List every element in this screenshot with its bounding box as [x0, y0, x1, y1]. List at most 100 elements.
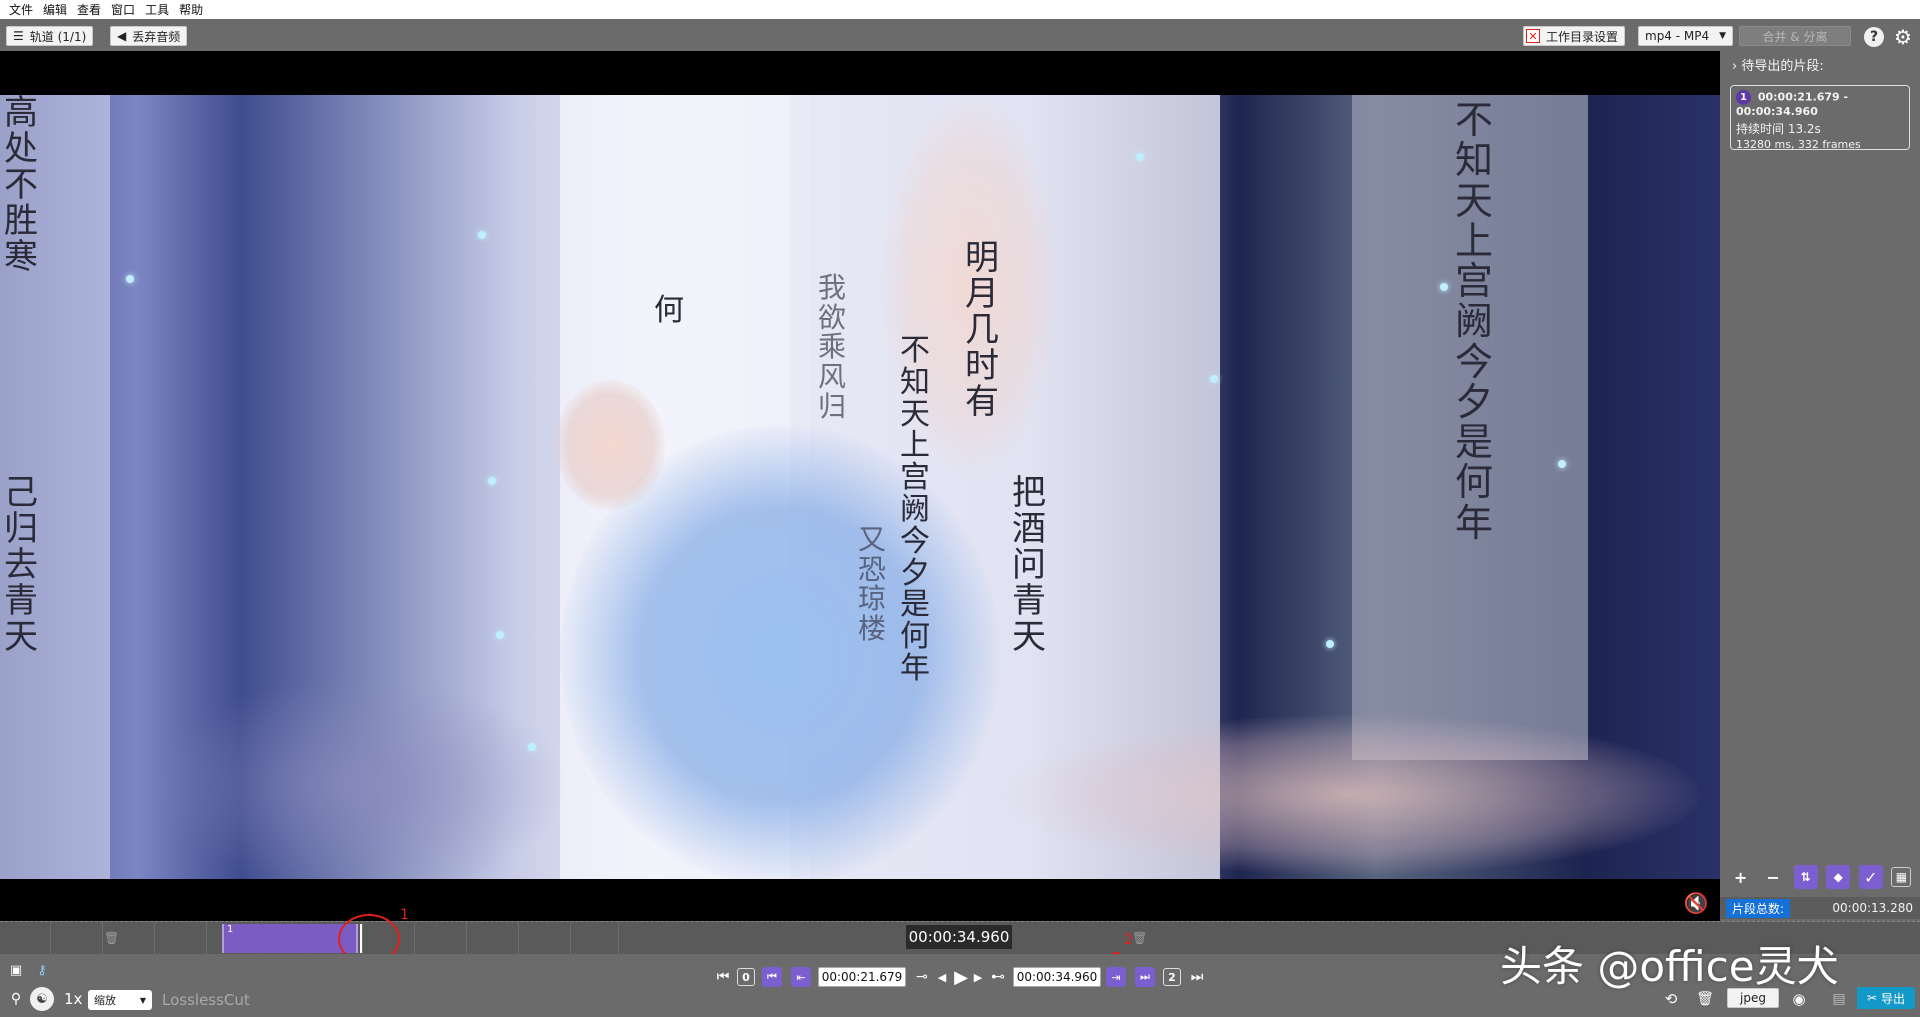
- timeline-tick: [414, 922, 415, 954]
- next-frame-icon[interactable]: ▶: [972, 967, 984, 987]
- add-segment-icon[interactable]: +: [1729, 865, 1753, 889]
- timeline-tick: [466, 922, 467, 954]
- video-player[interactable]: 高处不胜寒 己归去青天 何 我欲乘风归 明月几时有 不知天上宫阙今夕是何年 把酒…: [0, 51, 1720, 921]
- format-select[interactable]: mp4 - MP4 ▼: [1638, 26, 1733, 46]
- sparkle: [1210, 375, 1218, 383]
- sparkle: [478, 231, 486, 239]
- sparkle: [1136, 153, 1144, 161]
- export-button[interactable]: ✂ 导出: [1857, 987, 1915, 1009]
- tracks-button[interactable]: ☰ 轨道 (1/1): [6, 26, 94, 46]
- jump-start-icon[interactable]: ⏮: [714, 967, 732, 987]
- calligraphy-wo: 我欲乘风归: [818, 271, 847, 423]
- dancer-face: [555, 380, 665, 510]
- format-label: mp4 - MP4: [1645, 29, 1710, 43]
- watermark: 头条 @office灵犬: [1500, 942, 1839, 991]
- menu-window[interactable]: 窗口: [106, 1, 140, 18]
- discard-audio-label: 丢弃音频: [132, 29, 181, 44]
- jump-cut-start-icon[interactable]: ⏮: [762, 967, 782, 987]
- sparkle: [126, 275, 134, 283]
- key-0-button[interactable]: 0: [737, 968, 755, 986]
- timeline-tick: [618, 922, 619, 954]
- image-icon[interactable]: ▣: [6, 960, 26, 980]
- segment-tools: + − ⇅ ◆ ✓ ▦: [1720, 863, 1920, 891]
- sidebar-title[interactable]: › 待导出的片段:: [1732, 55, 1824, 74]
- set-cut-start-icon[interactable]: ⇤: [791, 967, 811, 987]
- calligraphy-he: 何: [654, 293, 684, 328]
- calligraphy-buzhi: 不知天上宫阙今夕是何年: [900, 333, 930, 686]
- chevron-down-icon: ▼: [139, 995, 146, 1005]
- jump-end-icon[interactable]: ⏭: [1188, 967, 1206, 987]
- annotation-number-2: 2: [1124, 932, 1133, 948]
- segments-sidebar: › 待导出的片段: 1 00:00:21.679 - 00:00:34.960 …: [1720, 51, 1920, 921]
- top-toolbar: ☰ 轨道 (1/1) ◀ 丢弃音频 ✕ 工作目录设置 mp4 - MP4 ▼ 合…: [0, 19, 1920, 51]
- cut-end-time-input[interactable]: 00:00:34.960: [1013, 967, 1101, 987]
- key-right-icon[interactable]: ⊷: [988, 967, 1008, 987]
- snap-icon[interactable]: ⚲: [6, 989, 26, 1009]
- key-2-button[interactable]: 2: [1163, 968, 1181, 986]
- workdir-button[interactable]: ✕ 工作目录设置: [1523, 26, 1626, 46]
- help-icon[interactable]: ?: [1864, 27, 1884, 47]
- sparkle: [488, 477, 496, 485]
- workdir-label: 工作目录设置: [1546, 29, 1619, 44]
- playback-speed[interactable]: 1x: [64, 990, 82, 1008]
- segment-duration: 持续时间 13.2s: [1736, 122, 1821, 136]
- timeline-tick: [518, 922, 519, 954]
- video-frame: 高处不胜寒 己归去青天 何 我欲乘风归 明月几时有 不知天上宫阙今夕是何年 把酒…: [0, 95, 1720, 879]
- key-left-icon[interactable]: ⊸: [912, 967, 932, 987]
- sort-icon[interactable]: ⇅: [1793, 865, 1818, 889]
- sparkle: [496, 631, 504, 639]
- calligraphy-youkong: 又恐琼楼: [858, 523, 887, 646]
- segment-card[interactable]: 1 00:00:21.679 - 00:00:34.960 持续时间 13.2s…: [1730, 85, 1910, 151]
- tracks-label: 轨道 (1/1): [29, 29, 87, 44]
- timeline-current-time: 00:00:34.960: [906, 925, 1012, 949]
- cut-start-time-input[interactable]: 00:00:21.679: [818, 967, 906, 987]
- yinyang-icon[interactable]: ☯: [30, 987, 54, 1011]
- sparkle: [1558, 460, 1566, 468]
- zoom-select[interactable]: 缩放 ▼: [88, 990, 152, 1010]
- set-cut-end-icon[interactable]: ⇥: [1106, 967, 1126, 987]
- calligraphy-bajiu: 把酒问青天: [1012, 473, 1046, 658]
- key-icon[interactable]: ⚷: [32, 960, 52, 980]
- trash-icon[interactable]: 🗑: [1132, 931, 1147, 945]
- discard-audio-button[interactable]: ◀ 丢弃音频: [110, 26, 188, 46]
- prev-frame-icon[interactable]: ◀: [936, 967, 948, 987]
- zoom-label: 缩放: [94, 994, 116, 1007]
- timeline-tick: [102, 922, 103, 954]
- gear-icon[interactable]: ⚙: [1893, 25, 1913, 49]
- chevron-right-icon: ›: [1732, 59, 1738, 74]
- app-name: LosslessCut: [162, 991, 250, 1009]
- dancer-legs: [1000, 715, 1700, 875]
- sparkle: [1440, 283, 1448, 291]
- menu-view[interactable]: 查看: [72, 1, 106, 18]
- mute-icon[interactable]: 🔇: [1680, 891, 1712, 915]
- annotation-number-1: 1: [400, 907, 409, 923]
- play-icon[interactable]: ▶: [950, 966, 972, 988]
- menu-edit[interactable]: 编辑: [38, 1, 72, 18]
- timeline-tick: [50, 922, 51, 954]
- sparkle: [1326, 640, 1334, 648]
- check-icon[interactable]: ✓: [1858, 865, 1883, 889]
- list-icon: ☰: [13, 29, 24, 43]
- scissors-icon: ✂: [1866, 991, 1878, 1005]
- calligraphy-mingyue: 明月几时有: [965, 238, 999, 423]
- menu-bar: 文件 编辑 查看 窗口 工具 帮助: [0, 0, 1920, 19]
- menu-help[interactable]: 帮助: [174, 1, 208, 18]
- menu-tools[interactable]: 工具: [140, 1, 174, 18]
- export-label: 导出: [1881, 991, 1906, 1006]
- merge-button[interactable]: 合并 & 分离: [1739, 26, 1851, 46]
- remove-segment-icon[interactable]: −: [1761, 865, 1785, 889]
- left-calligraphy-2: 己归去青天: [4, 473, 38, 658]
- sparkle: [528, 743, 536, 751]
- segment-range: 00:00:21.679 - 00:00:34.960: [1736, 90, 1849, 119]
- close-icon: ✕: [1526, 29, 1540, 43]
- split-icon[interactable]: ▦: [1891, 867, 1912, 887]
- rock: [150, 675, 570, 879]
- trash-icon[interactable]: 🗑: [104, 931, 119, 945]
- jump-cut-end-icon[interactable]: ⏭: [1135, 967, 1155, 987]
- segment-details: 13280 ms, 332 frames: [1736, 138, 1861, 151]
- merge-label: 合并 & 分离: [1762, 29, 1828, 44]
- timeline-tick: [570, 922, 571, 954]
- menu-file[interactable]: 文件: [4, 1, 38, 18]
- tag-icon[interactable]: ◆: [1826, 865, 1851, 889]
- timeline-tick: [206, 922, 207, 954]
